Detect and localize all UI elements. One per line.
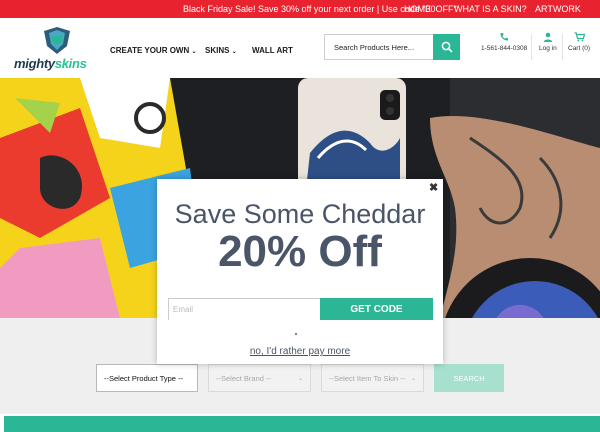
- cart-link[interactable]: Cart (0): [568, 32, 590, 52]
- site-logo[interactable]: mightyskins: [14, 26, 104, 71]
- chevron-down-icon: ⌄: [297, 375, 303, 382]
- nav-link-home[interactable]: HOME: [404, 4, 431, 14]
- nav-skins[interactable]: SKINS ⌄: [205, 46, 237, 55]
- filter-search-button[interactable]: SEARCH: [434, 364, 504, 392]
- discount-popup: ✖ Save Some Cheddar 20% Off GET CODE no,…: [157, 179, 443, 364]
- divider-dot: [295, 333, 297, 335]
- chevron-down-icon: ⌄: [231, 49, 237, 55]
- login-link[interactable]: Log in: [539, 32, 557, 52]
- nav-link-artwork[interactable]: ARTWORK: [535, 4, 581, 14]
- popup-offer: 20% Off: [218, 227, 382, 276]
- nav-link-what-is-a-skin[interactable]: WHAT IS A SKIN?: [454, 4, 527, 14]
- search-input[interactable]: [325, 35, 434, 59]
- cart-icon: [574, 32, 585, 42]
- close-icon[interactable]: ✖: [429, 181, 438, 194]
- get-code-button[interactable]: GET CODE: [320, 298, 433, 320]
- site-header: mightyskins CREATE YOUR OWN ⌄ SKINS ⌄ WA…: [0, 18, 600, 78]
- header-divider: [562, 34, 563, 60]
- search-button[interactable]: [433, 34, 460, 60]
- logo-shield-icon: [44, 27, 70, 54]
- search-field[interactable]: [324, 34, 434, 60]
- header-divider: [531, 34, 532, 60]
- logo-wordmark: mightyskins: [14, 56, 87, 71]
- product-type-select[interactable]: --Select Product Type --: [96, 364, 198, 392]
- email-input[interactable]: [169, 299, 320, 320]
- popup-headline: Save Some Cheddar: [174, 199, 426, 229]
- user-icon: [543, 32, 553, 42]
- promo-bar: Black Friday Sale! Save 30% off your nex…: [0, 0, 600, 18]
- chevron-down-icon: ⌄: [191, 49, 197, 55]
- nav-create-your-own[interactable]: CREATE YOUR OWN ⌄: [110, 46, 197, 55]
- promo-strip: [4, 416, 600, 432]
- item-to-skin-select[interactable]: --Select Item To Skin -- ⌄: [321, 364, 424, 392]
- search-icon: [441, 41, 453, 53]
- email-field[interactable]: [168, 298, 321, 320]
- chevron-down-icon: ⌄: [410, 375, 416, 382]
- phone-icon: [500, 33, 509, 41]
- decline-link[interactable]: no, I'd rather pay more: [157, 346, 443, 357]
- brand-select[interactable]: --Select Brand -- ⌄: [208, 364, 311, 392]
- phone-contact[interactable]: 1-561-844-0308: [481, 32, 527, 52]
- nav-wall-art[interactable]: WALL ART: [252, 46, 293, 55]
